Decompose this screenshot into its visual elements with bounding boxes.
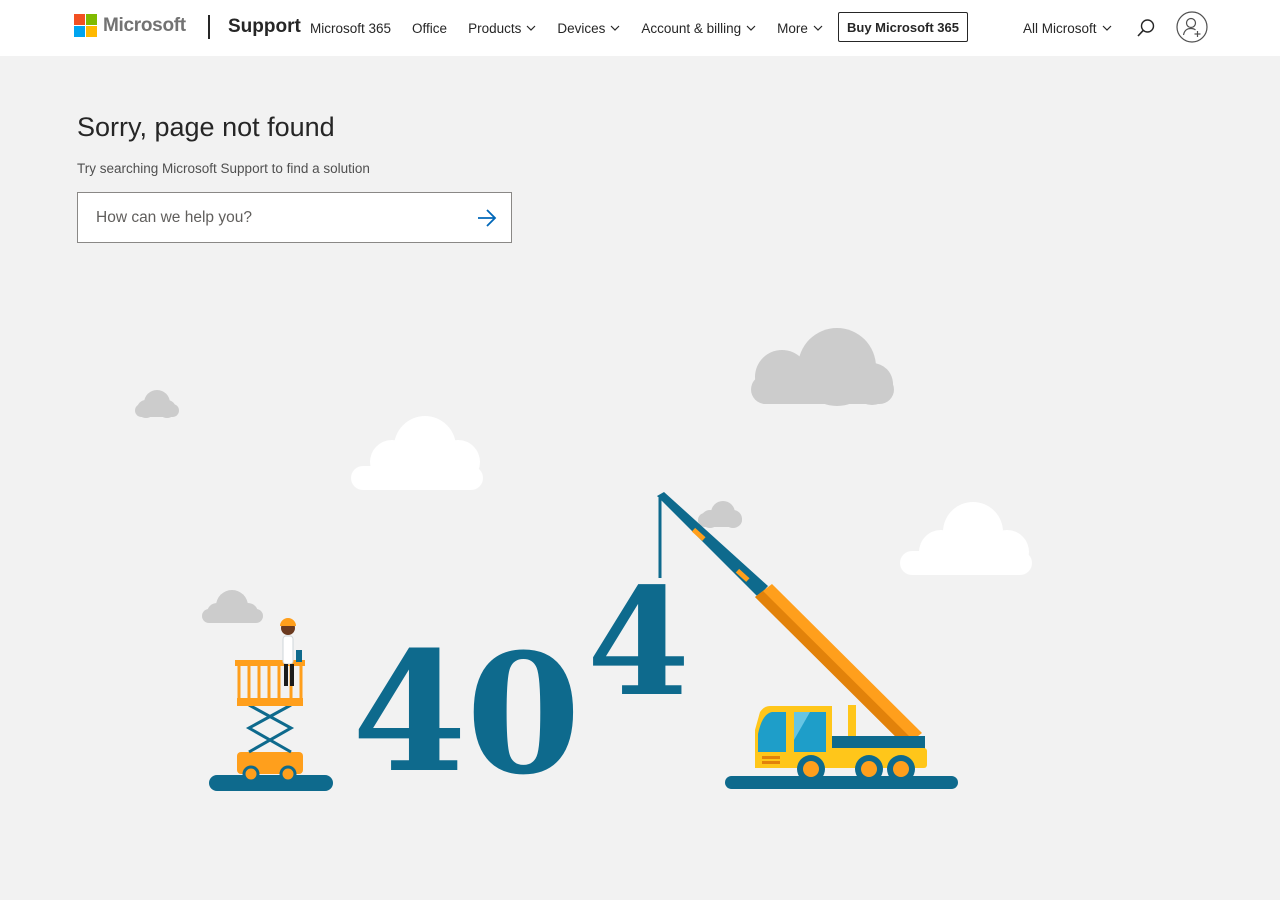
all-microsoft-label: All Microsoft — [1023, 20, 1097, 36]
support-search-box — [77, 192, 512, 243]
search-icon[interactable] — [1136, 18, 1156, 38]
microsoft-logo[interactable]: Microsoft — [74, 14, 186, 37]
cloud-icon — [751, 328, 894, 406]
chevron-down-icon — [610, 25, 620, 31]
microsoft-logo-icon — [74, 14, 97, 37]
chevron-down-icon — [746, 25, 756, 31]
digit-0: 0 — [466, 617, 581, 811]
nav-item-account-billing[interactable]: Account & billing — [641, 21, 756, 36]
nav-item-products[interactable]: Products — [468, 21, 536, 36]
buy-microsoft-365-button[interactable]: Buy Microsoft 365 — [838, 12, 968, 42]
chevron-down-icon — [526, 25, 536, 31]
digit-4-hanging: 4 — [587, 555, 690, 729]
main-nav: Microsoft 365 Office Products Devices Ac… — [310, 0, 844, 56]
cloud-icon — [351, 416, 483, 490]
page-subtitle: Try searching Microsoft Support to find … — [77, 161, 370, 176]
nav-item-devices[interactable]: Devices — [557, 21, 620, 36]
nav-item-office[interactable]: Office — [412, 21, 447, 36]
crane-truck — [657, 492, 958, 789]
header-divider — [208, 15, 210, 39]
nav-item-more[interactable]: More — [777, 21, 823, 36]
support-home-link[interactable]: Support — [228, 16, 301, 38]
digit-4-left: 4 — [352, 615, 467, 809]
cloud-icon — [900, 502, 1032, 575]
cloud-icon — [135, 390, 179, 418]
scissor-lift — [209, 618, 333, 791]
chevron-down-icon — [1102, 25, 1111, 31]
brand-name: Microsoft — [103, 14, 186, 36]
arrow-right-icon[interactable] — [476, 207, 498, 229]
support-search-input[interactable] — [96, 193, 466, 242]
site-header: Microsoft Support Microsoft 365 Office P… — [0, 0, 1280, 56]
page-title: Sorry, page not found — [77, 112, 335, 142]
chevron-down-icon — [813, 25, 823, 31]
nav-item-microsoft-365[interactable]: Microsoft 365 — [310, 21, 391, 36]
account-icon[interactable] — [1176, 11, 1208, 43]
cloud-icon — [202, 590, 263, 623]
all-microsoft-menu[interactable]: All Microsoft — [1023, 0, 1112, 56]
cloud-icon — [698, 501, 742, 528]
